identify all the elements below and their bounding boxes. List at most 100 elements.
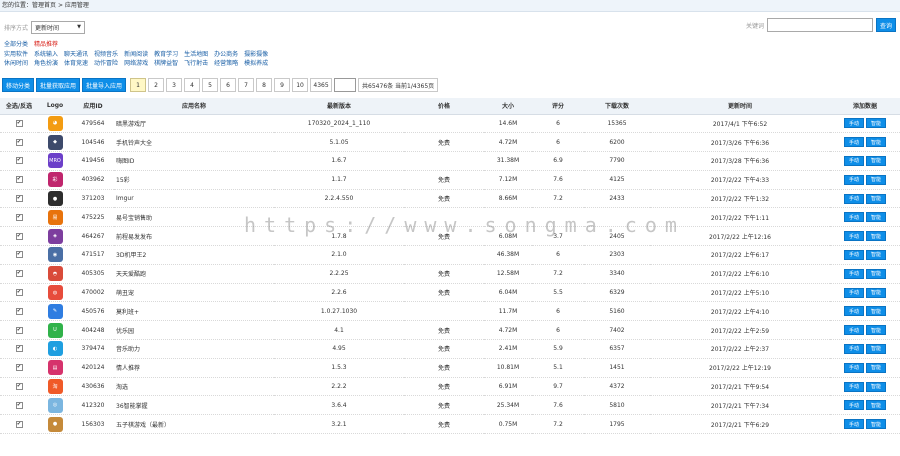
smart-add-button[interactable]: 智能: [866, 212, 886, 223]
smart-add-button[interactable]: 智能: [866, 381, 886, 392]
manual-add-button[interactable]: 手动: [844, 231, 864, 242]
manual-add-button[interactable]: 手动: [844, 155, 864, 166]
manual-add-button[interactable]: 手动: [844, 343, 864, 354]
row-checkbox[interactable]: ✔: [15, 401, 23, 409]
manual-add-button[interactable]: 手动: [844, 212, 864, 223]
smart-add-button[interactable]: 智能: [866, 287, 886, 298]
cell-size: 6.91M: [484, 377, 532, 397]
cell-score: 6: [532, 114, 584, 134]
category-link[interactable]: 视频音乐: [94, 50, 118, 60]
smart-add-button[interactable]: 智能: [866, 343, 886, 354]
row-checkbox[interactable]: ✔: [15, 157, 23, 165]
row-checkbox[interactable]: ✔: [15, 420, 23, 428]
page-link[interactable]: 3: [166, 78, 183, 92]
row-checkbox[interactable]: ✔: [15, 364, 23, 372]
category-link[interactable]: 聊天通讯: [64, 50, 88, 60]
category-link[interactable]: 精品推荐: [34, 40, 58, 50]
row-actions-cell: 手动 智能: [830, 151, 900, 171]
manual-add-button[interactable]: 手动: [844, 287, 864, 298]
category-link[interactable]: 经营策略: [214, 59, 238, 69]
row-logo-cell: ◍: [38, 283, 72, 303]
category-link[interactable]: 办公商务: [214, 50, 238, 60]
category-link[interactable]: 网络游戏: [124, 59, 148, 69]
category-link[interactable]: 模拟养成: [244, 59, 268, 69]
smart-add-button[interactable]: 智能: [866, 268, 886, 279]
row-checkbox[interactable]: ✔: [15, 289, 23, 297]
batch-import-button[interactable]: 批量导入应用: [82, 78, 127, 92]
header-select-all[interactable]: 全选/反选: [0, 98, 38, 115]
batch-fetch-button[interactable]: 批量获取应用: [36, 78, 81, 92]
smart-add-button[interactable]: 智能: [866, 118, 886, 129]
smart-add-button[interactable]: 智能: [866, 155, 886, 166]
manual-add-button[interactable]: 手动: [844, 193, 864, 204]
page-link[interactable]: 4365: [310, 78, 333, 92]
category-link[interactable]: 系统输入: [34, 50, 58, 60]
smart-add-button[interactable]: 智能: [866, 362, 886, 373]
row-checkbox[interactable]: ✔: [15, 345, 23, 353]
row-checkbox[interactable]: ✔: [15, 307, 23, 315]
page-link[interactable]: 7: [238, 78, 255, 92]
page-link[interactable]: 9: [274, 78, 291, 92]
manual-add-button[interactable]: 手动: [844, 118, 864, 129]
row-checkbox[interactable]: ✔: [15, 195, 23, 203]
page-link[interactable]: 10: [292, 78, 309, 92]
category-link[interactable]: 新闻阅读: [124, 50, 148, 60]
page-link[interactable]: 6: [220, 78, 237, 92]
category-link[interactable]: 棋牌益智: [154, 59, 178, 69]
manual-add-button[interactable]: 手动: [844, 362, 864, 373]
smart-add-button[interactable]: 智能: [866, 419, 886, 430]
smart-add-button[interactable]: 智能: [866, 306, 886, 317]
manual-add-button[interactable]: 手动: [844, 306, 864, 317]
row-checkbox[interactable]: ✔: [15, 383, 23, 391]
smart-add-button[interactable]: 智能: [866, 193, 886, 204]
category-link[interactable]: 飞行射击: [184, 59, 208, 69]
category-link[interactable]: 实用软件: [4, 50, 28, 60]
search-input[interactable]: [767, 18, 873, 32]
page-link[interactable]: 2: [148, 78, 165, 92]
table-row: ✔ ▤ 420124 情人推荐 1.5.3 免费 10.81M 5.1 1451 2017/2/2…: [0, 358, 900, 378]
category-link[interactable]: 体育竞速: [64, 59, 88, 69]
category-link[interactable]: 动作冒险: [94, 59, 118, 69]
manual-add-button[interactable]: 手动: [844, 419, 864, 430]
category-link[interactable]: 教育学习: [154, 50, 178, 60]
row-checkbox[interactable]: ✔: [15, 326, 23, 334]
manual-add-button[interactable]: 手动: [844, 381, 864, 392]
smart-add-button[interactable]: 智能: [866, 231, 886, 242]
row-checkbox[interactable]: ✔: [15, 213, 23, 221]
manual-add-button[interactable]: 手动: [844, 400, 864, 411]
cell-size: [484, 207, 532, 228]
manual-add-button[interactable]: 手动: [844, 249, 864, 260]
page-link[interactable]: 5: [202, 78, 219, 92]
page-jump-input[interactable]: [334, 78, 357, 92]
row-checkbox[interactable]: ✔: [15, 232, 23, 240]
smart-add-button[interactable]: 智能: [866, 325, 886, 336]
smart-add-button[interactable]: 智能: [866, 137, 886, 148]
row-checkbox[interactable]: ✔: [15, 138, 23, 146]
smart-add-button[interactable]: 智能: [866, 249, 886, 260]
category-link[interactable]: 全部分类: [4, 40, 28, 50]
manual-add-button[interactable]: 手动: [844, 325, 864, 336]
sort-select[interactable]: 更新时间 ▼: [31, 20, 86, 34]
row-checkbox[interactable]: ✔: [15, 270, 23, 278]
cell-score: 6: [532, 132, 584, 153]
manual-add-button[interactable]: 手动: [844, 174, 864, 185]
row-checkbox[interactable]: ✔: [15, 176, 23, 184]
category-link[interactable]: 休闲时间: [4, 59, 28, 69]
category-link[interactable]: 角色扮演: [34, 59, 58, 69]
manual-add-button[interactable]: 手动: [844, 268, 864, 279]
app-logo-icon: ◍: [47, 285, 63, 301]
page-link[interactable]: 4: [184, 78, 201, 92]
row-checkbox[interactable]: ✔: [15, 251, 23, 259]
page-link[interactable]: 8: [256, 78, 273, 92]
smart-add-button[interactable]: 智能: [866, 174, 886, 185]
page-link[interactable]: 1: [130, 78, 147, 92]
category-link[interactable]: 摄影摄像: [244, 50, 268, 60]
manual-add-button[interactable]: 手动: [844, 137, 864, 148]
category-link[interactable]: 生活地图: [184, 50, 208, 60]
row-checkbox[interactable]: ✔: [15, 119, 23, 127]
smart-add-button[interactable]: 智能: [866, 400, 886, 411]
breadcrumb-home-link[interactable]: 管理首页: [32, 2, 56, 9]
move-category-button[interactable]: 移动分类: [2, 78, 35, 92]
cell-name: 暗黑游戏厅: [114, 114, 274, 134]
search-button[interactable]: 查询: [876, 18, 896, 32]
